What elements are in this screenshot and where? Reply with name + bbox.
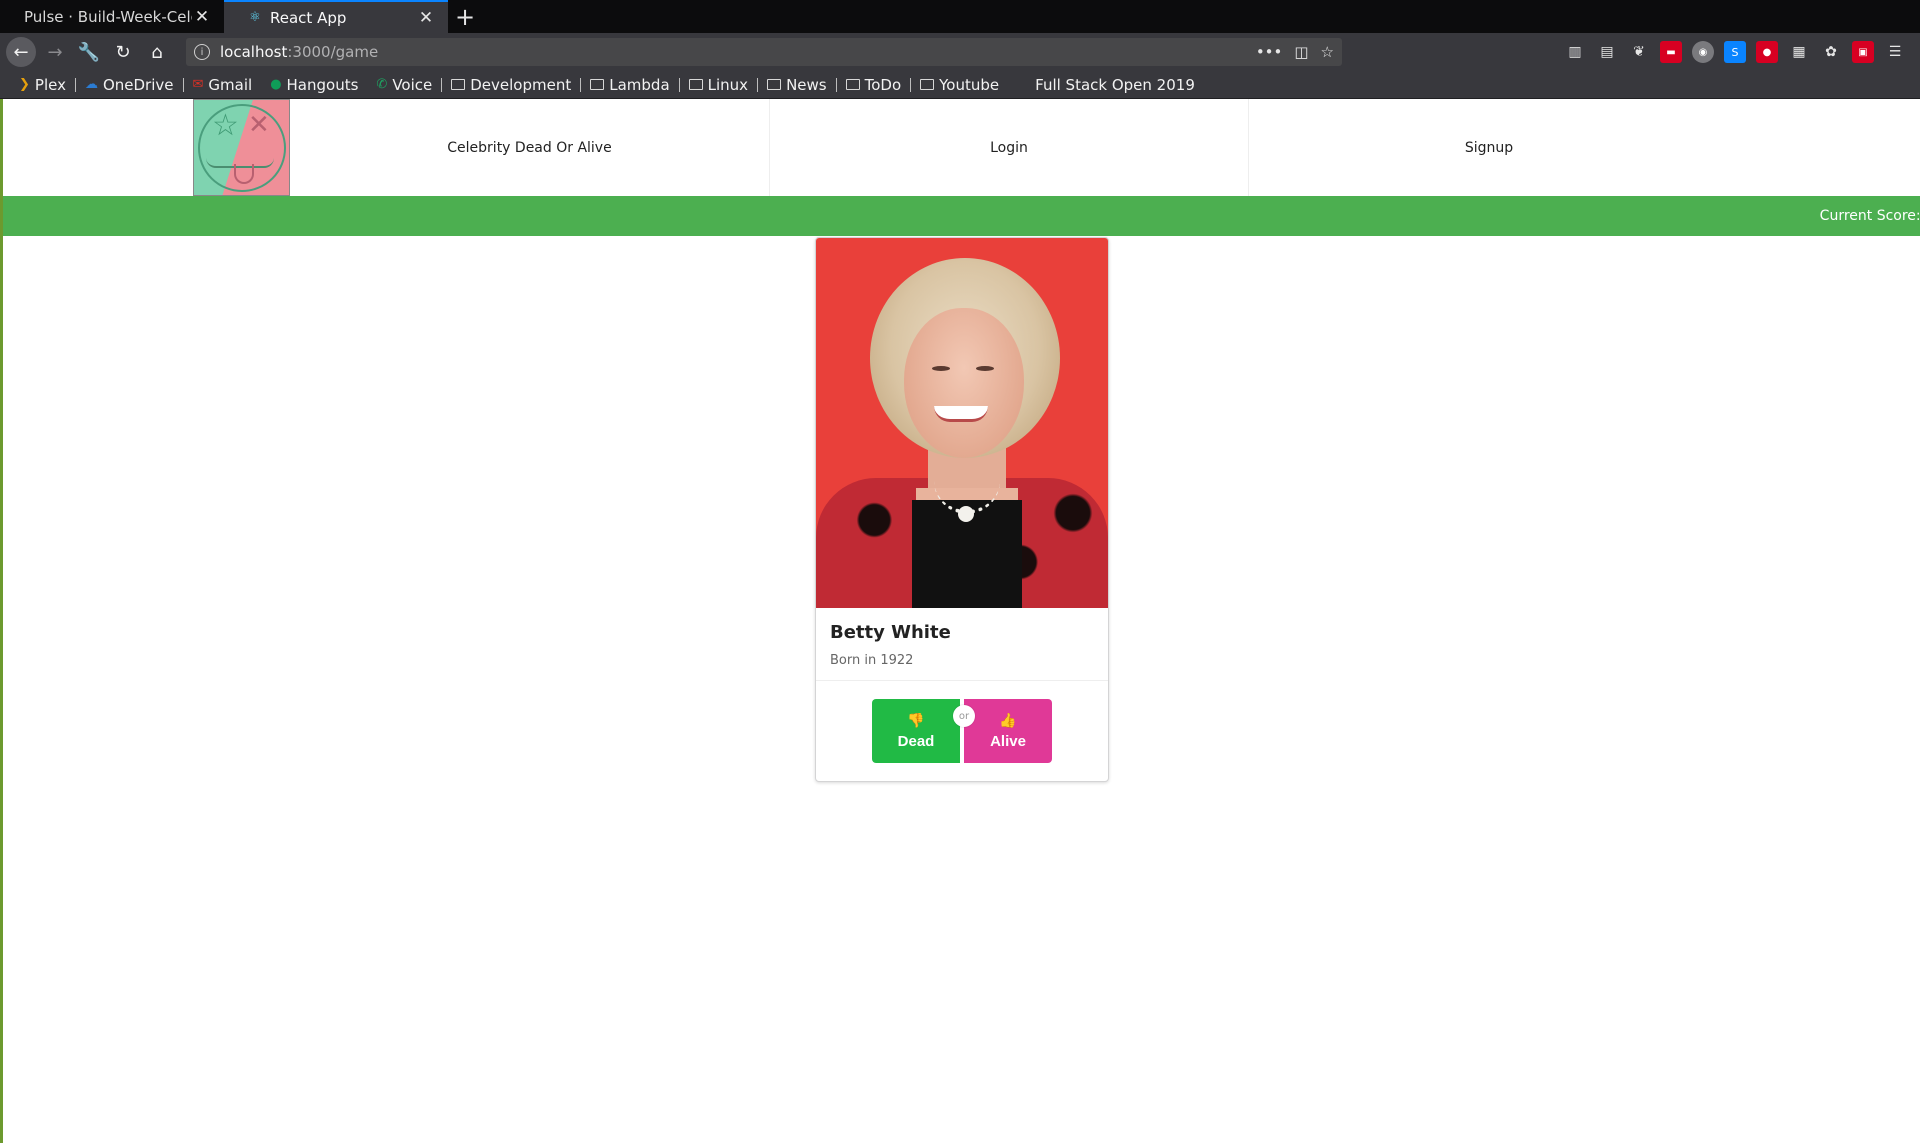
- celebrity-card: Betty White Born in 1922 👎 Dead or 👍 Ali…: [815, 237, 1109, 782]
- react-icon: ⚛: [249, 10, 261, 25]
- extension-shield-icon[interactable]: ◉: [1692, 41, 1714, 63]
- vote-button-group: 👎 Dead or 👍 Alive: [872, 699, 1052, 763]
- score-bar: Current Score: 0: [3, 196, 1920, 236]
- bookmark-full-stack-open[interactable]: Full Stack Open 2019: [1026, 76, 1204, 94]
- extension-grid-icon[interactable]: ▦: [1788, 41, 1810, 63]
- bookmarks-bar: ❯ Plex ☁ OneDrive ✉ Gmail ● Hangouts ✆ Voice …: [0, 71, 1920, 99]
- navigation-toolbar: ← → 🔧 ↻ ⌂ i localhost:3000/game ••• ◫ ☆ …: [0, 33, 1920, 71]
- gmail-icon: ✉: [192, 77, 204, 92]
- bookmark-folder-lambda[interactable]: Lambda: [581, 76, 678, 94]
- tab-react-app[interactable]: ⚛ React App ✕: [224, 0, 448, 33]
- current-score: Current Score: 0: [1819, 208, 1920, 224]
- celebrity-name: Betty White: [830, 622, 951, 643]
- thumbs-up-icon: 👍: [999, 712, 1017, 728]
- reload-button[interactable]: ↻: [108, 37, 138, 67]
- nav-login[interactable]: Login: [770, 99, 1249, 196]
- bookmark-star-icon[interactable]: ☆: [1321, 43, 1334, 61]
- x-eye-icon: ✕: [248, 110, 270, 140]
- star-eye-icon: ☆: [212, 108, 239, 143]
- folder-icon: [920, 79, 935, 90]
- hangouts-icon: ●: [270, 77, 282, 92]
- address-bar[interactable]: i localhost:3000/game ••• ◫ ☆: [186, 38, 1342, 66]
- tab-title: React App: [270, 8, 347, 27]
- bookmark-folder-news[interactable]: News: [758, 76, 836, 94]
- dead-button[interactable]: 👎 Dead: [872, 699, 960, 763]
- extension-lock-icon[interactable]: ●: [1756, 41, 1778, 63]
- bookmark-folder-todo[interactable]: ToDo: [837, 76, 911, 94]
- close-tab-icon[interactable]: ✕: [416, 8, 436, 28]
- bookmark-gmail[interactable]: ✉ Gmail: [184, 76, 262, 94]
- card-actions: 👎 Dead or 👍 Alive: [816, 681, 1108, 781]
- alive-label: Alive: [990, 733, 1026, 750]
- url-text: localhost:3000/game: [220, 43, 379, 61]
- extension-gift-icon[interactable]: ▣: [1852, 41, 1874, 63]
- wrench-icon[interactable]: 🔧: [74, 37, 104, 67]
- celebrity-birth-year: Born in 1922: [830, 653, 914, 668]
- sidebar-icon[interactable]: ▤: [1596, 41, 1618, 63]
- nav-signup[interactable]: Signup: [1249, 99, 1729, 196]
- extension-icon[interactable]: ❦: [1628, 41, 1650, 63]
- close-tab-icon[interactable]: ✕: [192, 7, 212, 27]
- tab-title: Pulse · Build-Week-Cele: [24, 7, 192, 26]
- extension-badge-icon[interactable]: ▬: [1660, 41, 1682, 63]
- card-content: Betty White Born in 1922: [816, 608, 1108, 681]
- dead-label: Dead: [897, 733, 935, 750]
- folder-icon: [688, 79, 703, 90]
- extension-bug-icon[interactable]: ✿: [1820, 41, 1842, 63]
- bookmark-folder-linux[interactable]: Linux: [680, 76, 757, 94]
- bookmark-folder-youtube[interactable]: Youtube: [911, 76, 1008, 94]
- nav-celebrity-dead-or-alive[interactable]: Celebrity Dead Or Alive: [290, 99, 770, 196]
- page-viewport: ☆ ✕ Celebrity Dead Or Alive Login Signup…: [0, 99, 1920, 1143]
- bookmark-folder-development[interactable]: Development: [442, 76, 580, 94]
- or-divider: or: [953, 705, 975, 727]
- bookmark-plex[interactable]: ❯ Plex: [10, 76, 75, 94]
- celebrity-photo: [816, 238, 1108, 608]
- extension-s-icon[interactable]: S: [1724, 41, 1746, 63]
- app-logo[interactable]: ☆ ✕: [193, 99, 290, 196]
- app-header: ☆ ✕ Celebrity Dead Or Alive Login Signup: [3, 99, 1920, 196]
- folder-icon: [451, 79, 466, 90]
- folder-icon: [590, 79, 605, 90]
- tab-pulse[interactable]: Pulse · Build-Week-Cele ✕: [0, 0, 224, 33]
- new-tab-button[interactable]: +: [448, 0, 482, 33]
- folder-icon: [845, 79, 860, 90]
- tongue-icon: [234, 164, 254, 184]
- pocket-icon[interactable]: ◫: [1294, 43, 1308, 61]
- bookmark-hangouts[interactable]: ● Hangouts: [261, 76, 367, 94]
- thumbs-down-icon: 👎: [907, 712, 925, 728]
- home-button[interactable]: ⌂: [142, 37, 172, 67]
- alive-button[interactable]: 👍 Alive: [964, 699, 1052, 763]
- back-button[interactable]: ←: [6, 37, 36, 67]
- forward-button[interactable]: →: [40, 37, 70, 67]
- plex-icon: ❯: [19, 77, 30, 92]
- site-info-icon[interactable]: i: [194, 44, 210, 60]
- toolbar-extensions: ▥ ▤ ❦ ▬ ◉ S ● ▦ ✿ ▣ ☰: [1564, 41, 1914, 63]
- bookmark-onedrive[interactable]: ☁ OneDrive: [76, 76, 183, 94]
- bookmark-voice[interactable]: ✆ Voice: [367, 76, 441, 94]
- tab-strip: Pulse · Build-Week-Cele ✕ ⚛ React App ✕ …: [0, 0, 1920, 33]
- page-actions-icon[interactable]: •••: [1256, 43, 1283, 61]
- library-icon[interactable]: ▥: [1564, 41, 1586, 63]
- menu-icon[interactable]: ☰: [1884, 41, 1906, 63]
- cloud-icon: ☁: [84, 77, 98, 92]
- folder-icon: [767, 79, 782, 90]
- phone-icon: ✆: [376, 77, 388, 92]
